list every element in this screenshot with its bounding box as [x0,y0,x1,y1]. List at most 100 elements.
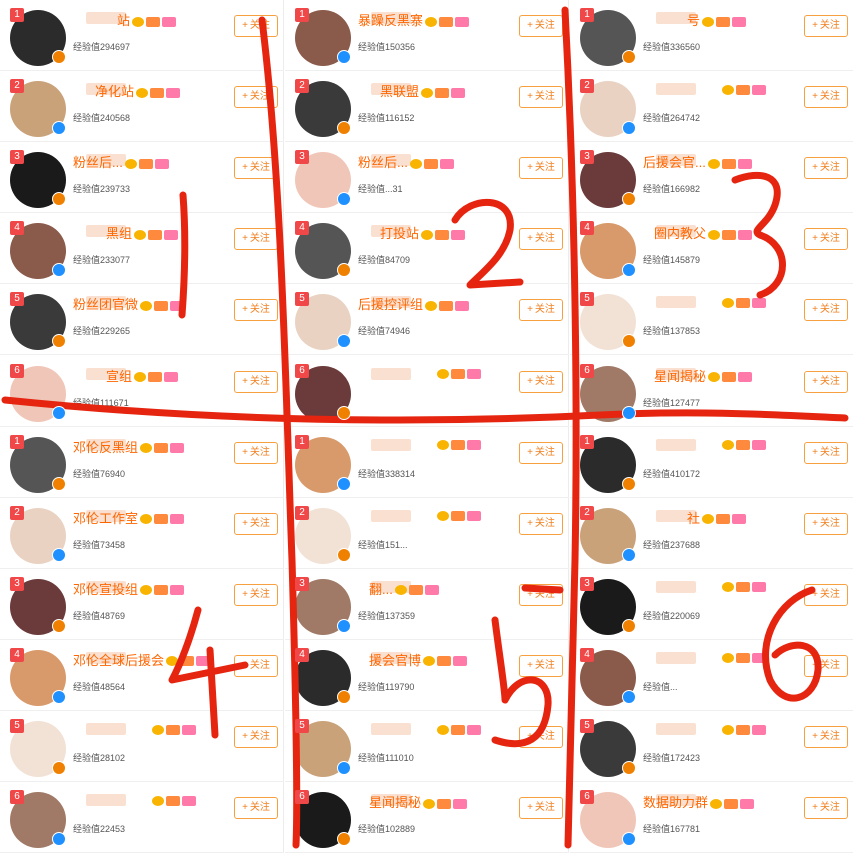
list-item[interactable]: 4 圈内教父 经验值145879 + 关注 [570,213,853,285]
account-name[interactable] [720,437,766,452]
list-item[interactable]: 6 星闻揭秘 经验值102889 + 关注 [285,782,569,853]
list-item[interactable]: 5 粉丝团官微 经验值229265 + 关注 [0,284,284,356]
list-item[interactable]: 5 经验值137853 + 关注 [570,284,853,356]
account-name[interactable] [435,366,481,381]
list-item[interactable]: 5 经验值111010 + 关注 [285,711,569,782]
follow-button[interactable]: + 关注 [804,441,848,464]
account-name[interactable] [150,792,196,807]
list-item[interactable]: 3 粉丝后... 经验值239733 + 关注 [0,142,284,214]
follow-button[interactable]: + 关注 [234,726,278,748]
list-item[interactable]: 3 翻... 经验值137359 + 关注 [285,569,569,640]
account-name[interactable] [720,579,766,594]
account-name[interactable] [720,650,766,665]
list-item[interactable]: 1 站经验值294697 + 关注 [0,0,284,71]
list-item[interactable]: 4 邓伦全球后援会 经验值48564 + 关注 [0,640,284,711]
follow-button[interactable]: + 关注 [234,15,278,37]
list-item[interactable]: 6 经验值22453 + 关注 [0,782,284,853]
follow-button[interactable]: + 关注 [234,512,278,535]
account-name[interactable] [720,721,766,736]
account-name[interactable]: 邓伦反黑组 [73,437,185,456]
list-item[interactable]: 1 暴躁反黑寨 经验值150356 + 关注 [285,0,569,71]
account-name[interactable]: 社 [687,508,747,527]
list-item[interactable]: 4 打投站 经验值84709 + 关注 [285,213,569,285]
list-item[interactable]: 5 经验值28102 + 关注 [0,711,284,782]
follow-button[interactable]: + 关注 [804,15,848,37]
list-item[interactable]: 1 经验值338314 + 关注 [285,427,569,498]
account-name[interactable]: 后援会官... [643,152,752,171]
account-name[interactable]: 粉丝团官微 [73,294,185,313]
follow-button[interactable]: + 关注 [234,228,278,251]
list-item[interactable]: 4 黑组 经验值233077 + 关注 [0,213,284,285]
account-name[interactable]: 邓伦工作室 [73,508,185,527]
account-name[interactable] [435,508,481,523]
account-name[interactable]: 打投站 [380,223,466,242]
follow-button[interactable]: + 关注 [519,86,563,109]
follow-button[interactable]: + 关注 [519,15,563,37]
account-name[interactable] [435,721,481,736]
account-name[interactable] [720,81,766,96]
follow-button[interactable]: + 关注 [234,797,278,820]
list-item[interactable]: 5 后援控评组 经验值74946 + 关注 [285,284,569,356]
account-name[interactable]: 黑组 [106,223,179,242]
list-item[interactable]: 3 粉丝后... 经验值...31 + 关注 [285,142,569,214]
follow-button[interactable]: + 关注 [519,583,563,606]
list-item[interactable]: 5 经验值172423 + 关注 [570,711,853,782]
account-name[interactable]: 宣组 [106,366,179,385]
follow-button[interactable]: + 关注 [804,86,848,109]
follow-button[interactable]: + 关注 [519,726,563,748]
account-name[interactable]: 星闻揭秘 [654,366,753,385]
account-name[interactable]: 援会官博 [369,650,468,669]
follow-button[interactable]: + 关注 [519,370,563,393]
follow-button[interactable]: + 关注 [519,228,563,251]
follow-button[interactable]: + 关注 [234,86,278,109]
list-item[interactable]: 4 经验值... + 关注 [570,640,853,711]
follow-button[interactable]: + 关注 [519,797,563,820]
list-item[interactable]: 6 + 关注 [285,356,569,427]
list-item[interactable]: 1 号经验值336560 + 关注 [570,0,853,71]
list-item[interactable]: 2 经验值151... + 关注 [285,498,569,569]
follow-button[interactable]: + 关注 [519,654,563,677]
account-name[interactable]: 黑联盟 [380,81,466,100]
follow-button[interactable]: + 关注 [234,583,278,606]
follow-button[interactable]: + 关注 [519,299,563,322]
list-item[interactable]: 2 邓伦工作室 经验值73458 + 关注 [0,498,284,569]
list-item[interactable]: 3 邓伦宣投组 经验值48769 + 关注 [0,569,284,640]
account-name[interactable]: 粉丝后... [358,152,454,171]
account-name[interactable]: 号 [687,10,747,29]
list-item[interactable]: 1 经验值410172 + 关注 [570,427,853,498]
account-name[interactable]: 后援控评组 [358,294,470,313]
list-item[interactable]: 2 经验值264742 + 关注 [570,71,853,143]
account-name[interactable]: 星闻揭秘 [369,792,468,811]
list-item[interactable]: 1 邓伦反黑组 经验值76940 + 关注 [0,427,284,498]
list-item[interactable]: 4 援会官博 经验值119790 + 关注 [285,640,569,711]
account-name[interactable] [435,437,481,452]
list-item[interactable]: 3 经验值220069 + 关注 [570,569,853,640]
account-name[interactable]: 暴躁反黑寨 [358,10,470,29]
account-name[interactable]: 净化站 [95,81,181,100]
list-item[interactable]: 2 净化站 经验值240568 + 关注 [0,71,284,143]
list-item[interactable]: 6 星闻揭秘 经验值127477 + 关注 [570,356,853,427]
list-item[interactable]: 2 社经验值237688 + 关注 [570,498,853,569]
follow-button[interactable]: + 关注 [804,583,848,606]
follow-button[interactable]: + 关注 [804,299,848,322]
follow-button[interactable]: + 关注 [234,157,278,180]
list-item[interactable]: 6 宣组 经验值111671 + 关注 [0,356,284,427]
follow-button[interactable]: + 关注 [804,228,848,251]
follow-button[interactable]: + 关注 [804,370,848,393]
account-name[interactable]: 粉丝后... [73,152,169,171]
account-name[interactable]: 邓伦宣投组 [73,579,185,598]
list-item[interactable]: 6 数据助力群 经验值167781 + 关注 [570,782,853,853]
follow-button[interactable]: + 关注 [804,726,848,748]
account-name[interactable] [150,721,196,736]
follow-button[interactable]: + 关注 [519,157,563,180]
follow-button[interactable]: + 关注 [804,654,848,677]
follow-button[interactable]: + 关注 [519,512,563,535]
account-name[interactable]: 数据助力群 [643,792,755,811]
follow-button[interactable]: + 关注 [234,654,278,677]
follow-button[interactable]: + 关注 [234,370,278,393]
follow-button[interactable]: + 关注 [234,299,278,322]
follow-button[interactable]: + 关注 [804,512,848,535]
follow-button[interactable]: + 关注 [804,157,848,180]
follow-button[interactable]: + 关注 [519,441,563,464]
account-name[interactable]: 邓伦全球后援会 [73,650,211,669]
